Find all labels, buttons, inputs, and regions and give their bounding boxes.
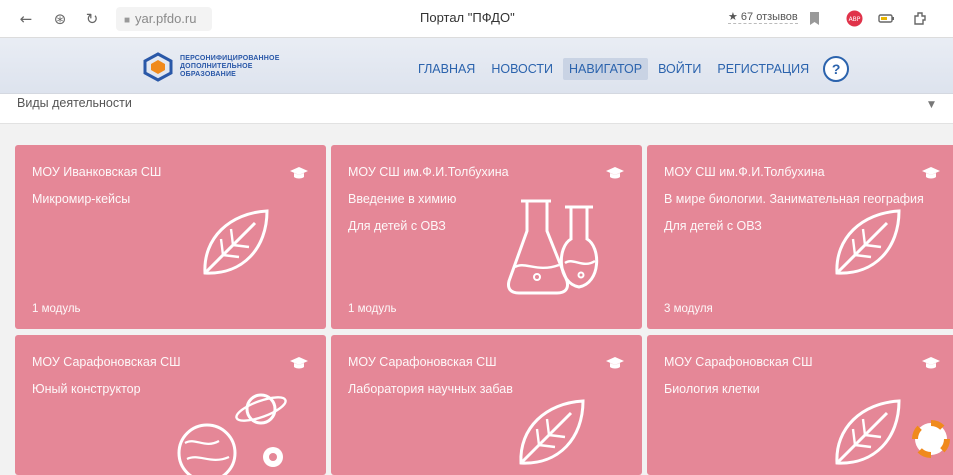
graduation-cap-icon — [606, 167, 624, 179]
program-grid: МОУ Иванковская СШ Микромир-кейсы 1 моду… — [15, 145, 953, 475]
card-note: Для детей с ОВЗ — [664, 219, 762, 233]
menu-item-news[interactable]: НОВОСТИ — [485, 58, 559, 80]
card-course-title: Введение в химию — [348, 192, 457, 206]
flasks-icon — [507, 199, 599, 295]
logo-text: ПЕРСОНИФИЦИРОВАННОЕ ДОПОЛНИТЕЛЬНОЕ ОБРАЗ… — [180, 55, 280, 78]
card-note: Для детей с ОВЗ — [348, 219, 446, 233]
card-course-title: Лаборатория научных забав — [348, 382, 513, 396]
card-course-title: Микромир-кейсы — [32, 192, 131, 206]
card-organization: МОУ Сарафоновская СШ — [348, 355, 497, 369]
lock-icon: ■ — [124, 15, 131, 26]
leaf-icon — [519, 399, 585, 465]
page-title: Портал "ПФДО" — [420, 10, 515, 25]
program-card[interactable]: МОУ СШ им.Ф.И.Толбухина В мире биологии.… — [647, 145, 953, 329]
graduation-cap-icon — [290, 357, 308, 369]
program-card[interactable]: МОУ Сарафоновская СШ Лаборатория научных… — [331, 335, 642, 475]
card-modules: 1 модуль — [32, 303, 81, 315]
menu-item-navigator[interactable]: НАВИГАТОР — [562, 58, 649, 80]
card-organization: МОУ Сарафоновская СШ — [32, 355, 181, 369]
logo-icon[interactable] — [143, 52, 173, 82]
adblock-icon[interactable]: ABP — [846, 10, 863, 27]
address-bar[interactable]: ■ yar.pfdo.ru — [116, 7, 212, 31]
program-card[interactable]: МОУ Сарафоновская СШ Биология клетки — [647, 335, 953, 475]
chevron-down-icon[interactable]: ▼ — [928, 100, 935, 110]
extension-icon[interactable] — [912, 10, 929, 27]
program-card[interactable]: МОУ Иванковская СШ Микромир-кейсы 1 моду… — [15, 145, 326, 329]
card-organization: МОУ СШ им.Ф.И.Толбухина — [348, 165, 509, 179]
program-card[interactable]: МОУ Сарафоновская СШ Юный конструктор — [15, 335, 326, 475]
filter-label: Виды деятельности — [17, 96, 132, 110]
card-organization: МОУ Сарафоновская СШ — [664, 355, 813, 369]
graduation-cap-icon — [922, 167, 940, 179]
menu-item-login[interactable]: ВОЙТИ — [652, 58, 707, 80]
leaf-icon — [203, 209, 269, 275]
planets-icon — [177, 393, 287, 475]
graduation-cap-icon — [606, 357, 624, 369]
site-header: ПЕРСОНИФИЦИРОВАННОЕ ДОПОЛНИТЕЛЬНОЕ ОБРАЗ… — [0, 38, 953, 94]
program-card[interactable]: МОУ СШ им.Ф.И.Толбухина Введение в химию… — [331, 145, 642, 329]
card-course-title: Юный конструктор — [32, 382, 141, 396]
url-text: yar.pfdo.ru — [135, 11, 197, 26]
lifebuoy-icon[interactable] — [912, 420, 950, 458]
graduation-cap-icon — [290, 167, 308, 179]
card-organization: МОУ Иванковская СШ — [32, 165, 162, 179]
bookmark-icon[interactable] — [806, 10, 823, 27]
card-modules: 3 модуля — [664, 303, 713, 315]
svg-text:ABP: ABP — [849, 16, 861, 23]
menu-item-home[interactable]: ГЛАВНАЯ — [412, 58, 481, 80]
activity-filter[interactable]: Виды деятельности ▼ — [0, 94, 953, 124]
reviews-link[interactable]: ★ 67 отзывов — [728, 10, 798, 24]
browser-toolbar: ← ⊛ ↻ ■ yar.pfdo.ru Портал "ПФДО" ★ 67 от… — [0, 0, 953, 38]
graduation-cap-icon — [922, 357, 940, 369]
leaf-icon — [835, 209, 901, 275]
leaf-icon — [835, 399, 901, 465]
menu-item-register[interactable]: РЕГИСТРАЦИЯ — [711, 58, 815, 80]
card-course-title: Биология клетки — [664, 382, 760, 396]
battery-icon[interactable] — [878, 10, 895, 27]
back-icon[interactable]: ← — [16, 9, 36, 29]
help-button[interactable]: ? — [823, 56, 850, 82]
card-modules: 1 модуль — [348, 303, 397, 315]
privacy-icon[interactable]: ⊛ — [50, 9, 70, 29]
main-menu: ГЛАВНАЯ НОВОСТИ НАВИГАТОР ВОЙТИ РЕГИСТРА… — [412, 56, 850, 82]
card-organization: МОУ СШ им.Ф.И.Толбухина — [664, 165, 825, 179]
reload-icon[interactable]: ↻ — [82, 9, 102, 29]
